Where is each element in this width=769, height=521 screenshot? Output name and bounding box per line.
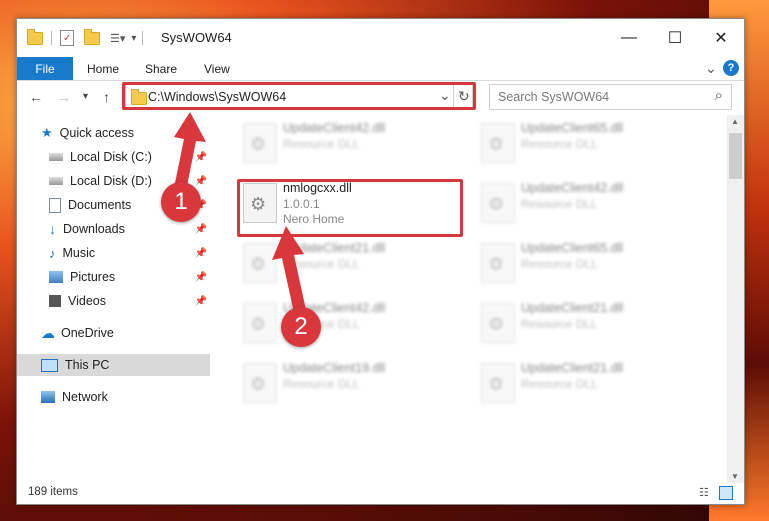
scrollbar-thumb[interactable] (729, 133, 742, 179)
forward-arrow-icon[interactable]: → (57, 89, 71, 105)
step-2-badge: 2 (281, 307, 321, 347)
list-item[interactable]: UpdateClient21.dll Resource DLL (473, 357, 693, 407)
tab-file[interactable]: File (17, 57, 73, 80)
sidebar-item-local-disk-c[interactable]: Local Disk (C:) 📌 (49, 146, 210, 168)
recent-locations-icon[interactable]: ▾ (83, 91, 88, 102)
list-item[interactable]: UpdateClient19.dll Resource DLL (235, 357, 455, 407)
list-item[interactable]: UpdateClient42.dll Resource DLL (473, 177, 693, 227)
customize-icon[interactable]: ☰▾ (110, 32, 125, 45)
folder-icon (27, 28, 43, 45)
scroll-down-icon[interactable]: ▼ (731, 472, 739, 481)
list-item[interactable]: UpdateClient42.dll Resource DLL (235, 297, 455, 347)
step-1-badge: 1 (161, 182, 201, 222)
sidebar-item-onedrive[interactable]: ☁ OneDrive (41, 322, 210, 344)
sidebar-item-videos[interactable]: Videos 📌 (49, 290, 210, 312)
tab-share[interactable]: Share (145, 57, 177, 80)
cloud-icon: ☁ (41, 324, 55, 341)
sidebar-item-music[interactable]: ♪ Music 📌 (49, 242, 210, 264)
dll-file-icon (481, 303, 515, 343)
explorer-window: ✓ ☰▾ ▾ SysWOW64 — ☐ ✕ File Home Share Vi… (16, 18, 745, 505)
tab-home[interactable]: Home (87, 57, 119, 80)
search-input[interactable]: Search SysWOW64 (498, 90, 609, 104)
pin-icon[interactable]: 📌 (195, 296, 207, 307)
quick-access-toolbar: ✓ ☰▾ ▾ (27, 28, 144, 47)
list-item[interactable]: UpdateClient21.dll Resource DLL (473, 297, 693, 347)
help-icon[interactable]: ? (723, 60, 739, 76)
network-icon (41, 391, 55, 403)
navigation-bar: ← → ▾ ↑ C:\Windows\SysWOW64 ⌄ ↻ Search S… (17, 81, 744, 114)
pictures-icon (49, 271, 63, 283)
file-list: UpdateClient42.dll Resource DLL nmlogcxx… (217, 115, 727, 483)
list-item[interactable]: UpdateClient21.dll Resource DLL (235, 237, 455, 287)
dll-file-icon (481, 183, 515, 223)
title-bar: ✓ ☰▾ ▾ SysWOW64 — ☐ ✕ (17, 19, 744, 57)
pin-icon[interactable]: 📌 (195, 152, 207, 163)
pin-icon[interactable]: 📌 (195, 248, 207, 259)
minimize-button[interactable]: — (606, 19, 652, 57)
qa-dropdown-icon[interactable]: ▾ (131, 33, 136, 44)
scroll-up-icon[interactable]: ▲ (731, 117, 739, 126)
details-view-icon[interactable]: ☷ (699, 486, 709, 499)
vertical-scrollbar[interactable]: ▲ ▼ (727, 115, 744, 483)
separator (142, 31, 144, 45)
close-button[interactable]: ✕ (698, 19, 744, 57)
address-highlight-box (122, 82, 476, 110)
list-item[interactable]: UpdateClient65.dll Resource DLL (473, 117, 693, 167)
status-bar: 189 items ☷ (17, 482, 744, 504)
dll-file-icon (481, 243, 515, 283)
drive-icon (49, 153, 63, 161)
dll-file-icon (243, 123, 277, 163)
pin-icon[interactable]: 📌 (195, 176, 207, 187)
ribbon-expand-icon[interactable]: ⌄ (705, 57, 717, 80)
star-icon: ★ (41, 125, 53, 140)
document-icon (49, 197, 61, 213)
videos-icon (49, 295, 61, 307)
item-count: 189 items (28, 486, 78, 498)
dll-file-icon (243, 303, 277, 343)
back-arrow-icon[interactable]: ← (29, 89, 43, 105)
drive-icon (49, 177, 63, 185)
sidebar-item-this-pc[interactable]: This PC (17, 354, 210, 376)
dll-file-icon (243, 243, 277, 283)
properties-icon[interactable]: ✓ (60, 30, 74, 46)
music-icon: ♪ (49, 245, 56, 261)
dll-file-icon (481, 363, 515, 403)
sidebar-item-network[interactable]: Network (41, 386, 210, 408)
search-icon[interactable]: ⌕ (715, 87, 723, 104)
download-icon: ↓ (49, 221, 56, 237)
navigation-pane: ★ Quick access Local Disk (C:) 📌 Local D… (17, 115, 210, 485)
pin-icon[interactable]: 📌 (195, 272, 207, 283)
maximize-button[interactable]: ☐ (652, 19, 698, 57)
sidebar-item-pictures[interactable]: Pictures 📌 (49, 266, 210, 288)
window-title: SysWOW64 (161, 30, 232, 45)
pin-icon[interactable]: 📌 (195, 224, 207, 235)
up-arrow-icon[interactable]: ↑ (103, 89, 110, 105)
search-box[interactable]: Search SysWOW64 ⌕ (489, 84, 732, 110)
computer-icon (41, 358, 58, 372)
list-item[interactable]: UpdateClient65.dll Resource DLL (473, 237, 693, 287)
large-icons-view-icon[interactable] (719, 486, 733, 500)
separator (51, 31, 52, 45)
dll-file-icon (243, 363, 277, 403)
dll-file-icon (481, 123, 515, 163)
ribbon: File Home Share View ⌄ ? (17, 57, 744, 81)
list-item[interactable]: UpdateClient42.dll Resource DLL (235, 117, 455, 167)
sidebar-item-quick-access[interactable]: ★ Quick access (41, 122, 210, 144)
new-folder-icon[interactable] (84, 28, 100, 45)
file-highlight-box (237, 179, 463, 237)
tab-view[interactable]: View (204, 57, 230, 80)
